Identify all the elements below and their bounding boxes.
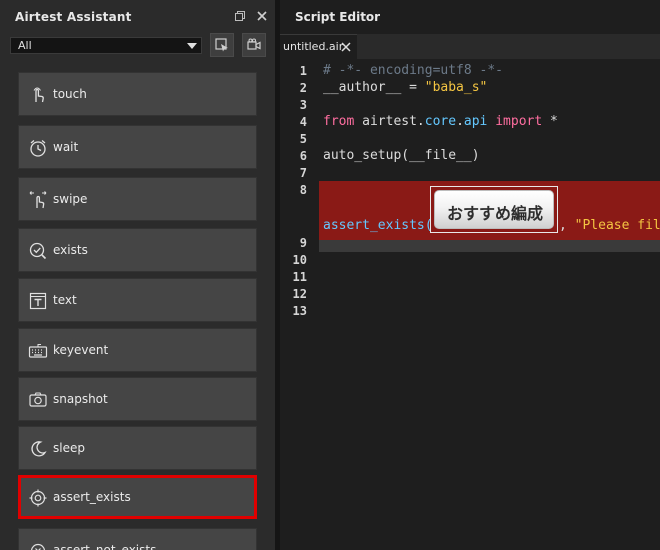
- code-line-1: # -*- encoding=utf8 -*-: [323, 63, 503, 78]
- code-text: auto_setup(__file__): [323, 148, 480, 163]
- record-button[interactable]: [242, 33, 266, 57]
- image-template-param[interactable]: おすすめ編成: [430, 186, 558, 233]
- editor-tab-bar: untitled.air: [280, 34, 660, 59]
- screen-select-button[interactable]: [210, 33, 234, 57]
- line-number: 6: [299, 149, 307, 163]
- video-camera-icon: [247, 38, 261, 50]
- command-assert-exists-button[interactable]: assert_exists: [18, 475, 257, 519]
- command-label: assert_exists: [53, 490, 131, 504]
- assistant-title: Airtest Assistant: [15, 10, 132, 24]
- code-string: "baba_s": [424, 80, 488, 95]
- swipe-icon: [29, 191, 47, 209]
- line-number: 12: [292, 287, 307, 301]
- tab-untitled-air[interactable]: untitled.air: [280, 34, 357, 59]
- command-filter-select[interactable]: All: [10, 37, 202, 54]
- line-number: 1: [299, 64, 307, 78]
- code-text: *: [542, 114, 558, 129]
- keyboard-icon: [28, 344, 48, 358]
- line-number: 10: [292, 253, 307, 267]
- line-number: 11: [292, 270, 307, 284]
- command-touch-button[interactable]: touch: [18, 72, 257, 116]
- close-panel-icon[interactable]: [256, 10, 268, 22]
- script-editor-panel: Script Editor untitled.air 1 2 3 4 5 6 7…: [280, 0, 660, 550]
- command-swipe-button[interactable]: swipe: [18, 177, 257, 221]
- tab-close-icon[interactable]: [341, 42, 351, 52]
- line-number: 3: [299, 98, 307, 112]
- command-text-button[interactable]: text: [18, 278, 257, 322]
- dropdown-arrow-icon: [187, 43, 197, 49]
- command-wait-button[interactable]: wait: [18, 125, 257, 169]
- line-number: 9: [299, 236, 307, 250]
- line-highlight: [319, 240, 660, 252]
- code-text: .: [456, 114, 464, 129]
- code-line-4: from airtest.core.api import *: [323, 114, 558, 129]
- code-comment: # -*- encoding=utf8 -*-: [323, 63, 504, 78]
- clock-icon: [30, 140, 46, 157]
- command-label: text: [53, 293, 77, 307]
- code-editor[interactable]: 1 2 3 4 5 6 7 8 9 10 11 12 13 # -*- enco…: [280, 59, 660, 550]
- code-module: api: [463, 114, 488, 129]
- line-number: 13: [292, 304, 307, 318]
- code-text: airtest.: [354, 114, 425, 129]
- command-label: wait: [53, 140, 79, 154]
- image-template-thumbnail: おすすめ編成: [434, 190, 554, 229]
- airtest-assistant-panel: Airtest Assistant All touch wait swipe e…: [0, 0, 275, 550]
- code-text: ,: [559, 218, 575, 233]
- code-module: core: [424, 114, 457, 129]
- command-exists-button[interactable]: exists: [18, 228, 257, 272]
- camera-icon: [29, 392, 47, 407]
- check-circle-icon: [29, 242, 47, 260]
- command-label: swipe: [53, 192, 88, 206]
- command-label: assert_not_exists: [53, 543, 157, 550]
- code-line-8-call: assert_exists(: [323, 218, 433, 233]
- code-keyword: import: [487, 114, 543, 129]
- command-label: keyevent: [53, 343, 109, 357]
- command-list: touch wait swipe exists text keyevent sn…: [0, 60, 275, 550]
- code-string: "Please fil: [574, 218, 660, 233]
- moon-icon: [31, 441, 47, 457]
- line-number: 7: [299, 166, 307, 180]
- select-region-icon: [215, 38, 228, 52]
- target-icon: [29, 489, 47, 507]
- restore-window-icon[interactable]: [234, 10, 246, 22]
- command-label: exists: [53, 243, 88, 257]
- code-line-6: auto_setup(__file__): [323, 148, 480, 163]
- line-number: 4: [299, 115, 307, 129]
- line-number: 2: [299, 81, 307, 95]
- line-number: 5: [299, 132, 307, 146]
- command-snapshot-button[interactable]: snapshot: [18, 377, 257, 421]
- code-keyword: from: [323, 114, 355, 129]
- thumbnail-text: おすすめ編成: [446, 204, 543, 223]
- assistant-header: Airtest Assistant: [0, 0, 275, 34]
- tab-label: untitled.air: [283, 40, 344, 53]
- command-sleep-button[interactable]: sleep: [18, 426, 257, 470]
- command-assert-not-exists-button[interactable]: assert_not_exists: [18, 528, 257, 550]
- text-icon: [29, 292, 47, 310]
- command-label: snapshot: [53, 392, 108, 406]
- filter-selected-value: All: [18, 39, 32, 52]
- cross-circle-icon: [30, 543, 46, 550]
- code-line-8-args: , "Please fil: [559, 218, 660, 233]
- command-label: touch: [53, 87, 87, 101]
- code-line-2: __author__ = "baba_s": [323, 80, 487, 95]
- code-text: __author__ =: [323, 80, 425, 95]
- command-label: sleep: [53, 441, 85, 455]
- touch-icon: [33, 87, 44, 103]
- editor-title: Script Editor: [295, 10, 381, 24]
- line-number: 8: [299, 183, 307, 197]
- code-function: assert_exists(: [323, 218, 433, 233]
- command-keyevent-button[interactable]: keyevent: [18, 328, 257, 372]
